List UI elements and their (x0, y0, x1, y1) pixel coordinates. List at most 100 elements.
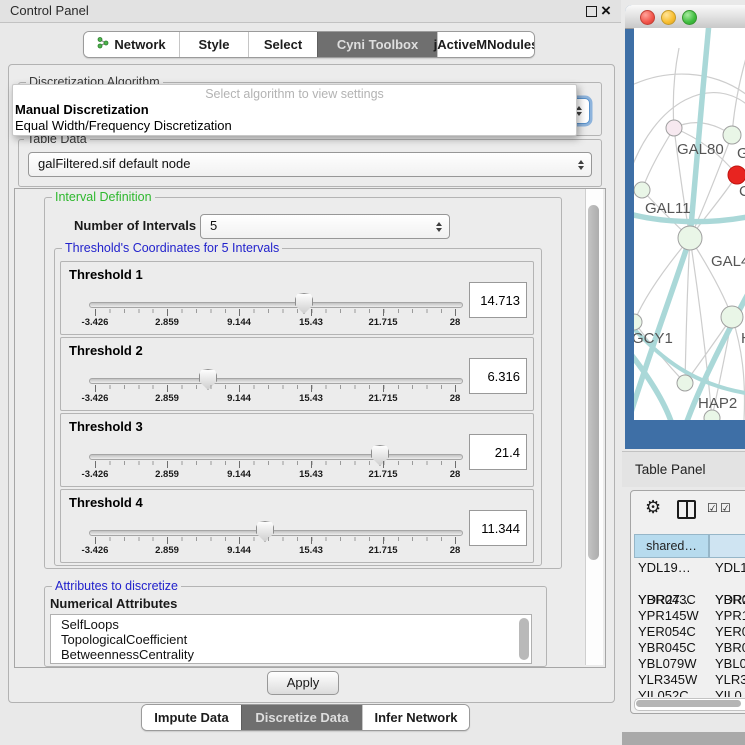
list-item[interactable]: SelfLoops (51, 615, 531, 632)
tab-impute-data[interactable]: Impute Data (142, 705, 241, 730)
network-canvas[interactable]: GAL80 GA C GAL11 GAL4 GCY1 H HAP2 (634, 28, 745, 420)
cell-shared-name: YIL052C (638, 688, 689, 697)
settings-scrollbar-thumb[interactable] (588, 205, 599, 560)
tab-discretize-data-label: Discretize Data (255, 705, 348, 730)
node-gal4[interactable] (678, 226, 702, 250)
node-label-hap2: HAP2 (698, 395, 737, 412)
tick-label: 15.43 (299, 469, 323, 480)
threshold-4-value-field[interactable]: 11.344 (469, 510, 527, 546)
list-item[interactable]: TopologicalCoefficient (51, 632, 531, 647)
node-label-gal11: GAL11 (645, 200, 691, 217)
minimize-button-icon[interactable] (661, 10, 676, 25)
threshold-1-panel: Threshold 1 -3.426 2.859 9.144 15.43 21.… (60, 261, 534, 335)
control-panel-titlebar: Control Panel × (0, 0, 621, 23)
column-header-name[interactable]: n (709, 534, 745, 558)
tab-cyni-toolbox[interactable]: Cyni Toolbox (317, 32, 437, 57)
cell-shared-name: YBR045C (638, 640, 696, 655)
node-label-h: H (741, 330, 745, 347)
tab-jactivemnodules[interactable]: jActiveMNodules (437, 32, 534, 57)
column-header-shared[interactable]: shared… (634, 534, 709, 558)
slider-track[interactable] (89, 530, 463, 536)
tick-label: 21.715 (368, 393, 397, 404)
tick-label: -3.426 (82, 317, 109, 328)
tab-cyni-toolbox-label: Cyni Toolbox (337, 32, 418, 57)
bottom-divider-strip (622, 732, 745, 745)
threshold-4-panel: Threshold 4 -3.426 2.859 9.144 15.43 21.… (60, 489, 534, 563)
tick-label: 9.144 (227, 545, 251, 556)
numerical-attributes-list[interactable]: SelfLoops TopologicalCoefficient Between… (50, 614, 532, 664)
threshold-2-slider[interactable]: -3.426 2.859 9.144 15.43 21.715 28 (61, 364, 533, 408)
node-gcy1[interactable] (634, 314, 642, 330)
interval-definition-group-title: Interval Definition (52, 190, 155, 204)
bottom-tabbar: Impute Data Discretize Data Infer Networ… (141, 704, 470, 731)
close-button-icon[interactable] (640, 10, 655, 25)
tick-label: -3.426 (82, 393, 109, 404)
threshold-4-slider[interactable]: -3.426 2.859 9.144 15.43 21.715 28 (61, 516, 533, 560)
slider-track[interactable] (89, 302, 463, 308)
close-icon[interactable]: × (601, 0, 611, 22)
table-row[interactable]: YIL052C YIL0 (631, 688, 745, 697)
split-columns-icon[interactable] (677, 500, 696, 519)
tick-label: 2.859 (155, 317, 179, 328)
popup-option-manual-discretization[interactable]: Manual Discretization (15, 102, 149, 118)
node-label-gal4: GAL4 (711, 253, 745, 270)
node-gal80[interactable] (666, 120, 682, 136)
node-h[interactable] (721, 306, 743, 328)
tab-discretize-data[interactable]: Discretize Data (241, 705, 362, 730)
cell-name: YBL0 (715, 656, 745, 671)
table-data-combobox[interactable]: galFiltered.sif default node (28, 152, 592, 177)
tab-select[interactable]: Select (248, 32, 317, 57)
threshold-1-slider[interactable]: -3.426 2.859 9.144 15.43 21.715 28 (61, 288, 533, 332)
threshold-3-slider[interactable]: -3.426 2.859 9.144 15.43 21.715 28 (61, 440, 533, 484)
threshold-3-value-field[interactable]: 21.4 (469, 434, 527, 470)
table-row[interactable]: YLR345W YLR3 (631, 672, 745, 688)
float-window-icon[interactable] (586, 6, 597, 17)
threshold-1-value-field[interactable]: 14.713 (469, 282, 527, 318)
zoom-button-icon[interactable] (682, 10, 697, 25)
attributes-group-title: Attributes to discretize (52, 579, 181, 593)
gear-icon[interactable]: ⚙ (645, 498, 661, 516)
node-gal11[interactable] (634, 182, 650, 198)
node-red-selected[interactable] (728, 166, 745, 184)
table-row[interactable]: YDR27… YDR2 (631, 576, 745, 592)
tick-label: 21.715 (368, 469, 397, 480)
table-row[interactable]: YPR145W YPR1 (631, 608, 745, 624)
slider-track[interactable] (89, 454, 463, 460)
table-row[interactable]: YBR045C YBR0 (631, 640, 745, 656)
number-of-intervals-combobox[interactable]: 5 (200, 214, 450, 239)
application-window: Control Panel × Network Style Select (0, 0, 745, 745)
checkbox-select-all-icon[interactable]: ☑ (720, 502, 731, 514)
node-label-gcy1: GCY1 (634, 330, 673, 347)
tab-style[interactable]: Style (179, 32, 248, 57)
popup-option-equal-width-frequency[interactable]: Equal Width/Frequency Discretization (15, 118, 232, 134)
tick-label: 21.715 (368, 545, 397, 556)
node-hap2[interactable] (677, 375, 693, 391)
tab-impute-data-label: Impute Data (154, 705, 228, 730)
table-scrollbar-thumb[interactable] (636, 700, 741, 707)
network-window-titlebar[interactable] (625, 5, 745, 29)
checkbox-select-icon[interactable]: ☑ (707, 502, 718, 514)
threshold-2-value-field[interactable]: 6.316 (469, 358, 527, 394)
list-item[interactable]: BetweennessCentrality (51, 647, 531, 662)
tab-jactivemnodules-label: jActiveMNodules (434, 32, 535, 57)
slider-track[interactable] (89, 378, 463, 384)
tick-label: 28 (450, 545, 461, 556)
tab-infer-network[interactable]: Infer Network (362, 705, 469, 730)
algorithm-dropdown-popup: Select algorithm to view settings Manual… (12, 84, 577, 136)
cell-shared-name: YLR345W (638, 672, 697, 687)
table-row[interactable]: YER054C YER0 (631, 624, 745, 640)
table-row[interactable]: YBL079W YBL0 (631, 656, 745, 672)
table-row[interactable]: YBR043C YBR0 (631, 592, 745, 608)
combobox-stepper-icon (436, 222, 442, 232)
cell-name: YIL0 (715, 688, 742, 697)
tick-label: 28 (450, 317, 461, 328)
apply-button[interactable]: Apply (267, 671, 339, 695)
tick-label: 9.144 (227, 393, 251, 404)
tab-network[interactable]: Network (84, 32, 179, 57)
table-row[interactable]: YDL19… YDL1 (631, 560, 745, 576)
cell-shared-name: YER054C (638, 624, 696, 639)
tick-label: -3.426 (82, 545, 109, 556)
list-scrollbar-thumb[interactable] (519, 618, 529, 660)
tick-label: 9.144 (227, 317, 251, 328)
node-ga[interactable] (723, 126, 741, 144)
